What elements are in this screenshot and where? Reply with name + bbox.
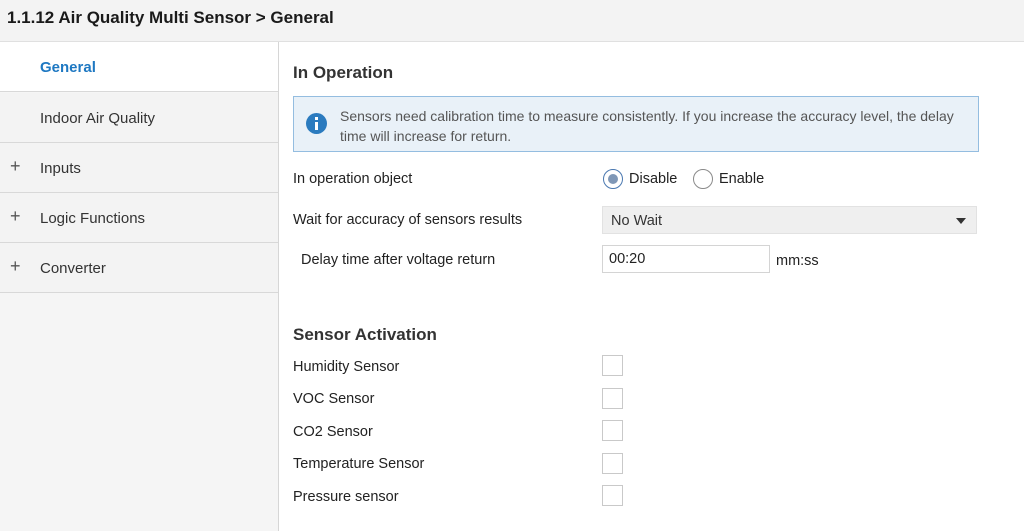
co2-sensor-label: CO2 Sensor [293,424,373,440]
sidebar-item-label: Logic Functions [40,210,146,227]
humidity-sensor-label: Humidity Sensor [293,359,400,375]
info-box: Sensors need calibration time to measure… [293,96,979,152]
in-operation-object-label: In operation object [293,171,413,187]
delay-time-unit: mm:ss [776,253,819,269]
voc-sensor-label: VOC Sensor [293,391,375,407]
sidebar-item-converter[interactable]: + Converter [0,243,278,293]
sidebar-item-inputs[interactable]: + Inputs [0,143,278,193]
temperature-sensor-checkbox[interactable] [602,453,623,474]
voc-sensor-checkbox[interactable] [602,388,623,409]
sidebar-item-general[interactable]: General [0,42,278,92]
info-icon [306,113,327,134]
wait-accuracy-label: Wait for accuracy of sensors results [293,212,523,228]
wait-accuracy-select[interactable]: No Wait [602,206,977,234]
radio-enable[interactable] [693,169,713,189]
plus-icon[interactable]: + [10,207,21,225]
section-title-in-operation: In Operation [293,63,394,82]
sidebar-item-label: General [40,59,96,76]
pressure-sensor-label: Pressure sensor [293,489,399,505]
humidity-sensor-checkbox[interactable] [602,355,623,376]
sidebar-item-logic-functions[interactable]: + Logic Functions [0,193,278,243]
sidebar-item-label: Converter [40,260,106,277]
delay-time-input[interactable] [602,245,770,273]
plus-icon[interactable]: + [10,257,21,275]
plus-icon[interactable]: + [10,157,21,175]
wait-accuracy-value: No Wait [611,213,663,229]
delay-time-label: Delay time after voltage return [301,252,496,268]
page-title: 1.1.12 Air Quality Multi Sensor > Genera… [7,8,334,27]
sidebar-item-label: Indoor Air Quality [40,110,156,127]
temperature-sensor-label: Temperature Sensor [293,456,425,472]
sidebar-item-label: Inputs [40,160,81,177]
radio-disable-label[interactable]: Disable [629,171,677,187]
pressure-sensor-checkbox[interactable] [602,485,623,506]
co2-sensor-checkbox[interactable] [602,420,623,441]
radio-enable-label[interactable]: Enable [719,171,764,187]
sidebar-item-indoor-air-quality[interactable]: Indoor Air Quality [0,93,278,143]
radio-disable[interactable] [603,169,623,189]
caret-down-icon[interactable] [956,218,966,224]
sidebar: General Indoor Air Quality + Inputs + Lo… [0,42,279,531]
title-bar: 1.1.12 Air Quality Multi Sensor > Genera… [0,0,1024,42]
section-title-sensor-activation: Sensor Activation [293,325,437,344]
parameter-panel: In Operation Sensors need calibration ti… [280,42,1024,531]
info-text: Sensors need calibration time to measure… [340,108,954,144]
